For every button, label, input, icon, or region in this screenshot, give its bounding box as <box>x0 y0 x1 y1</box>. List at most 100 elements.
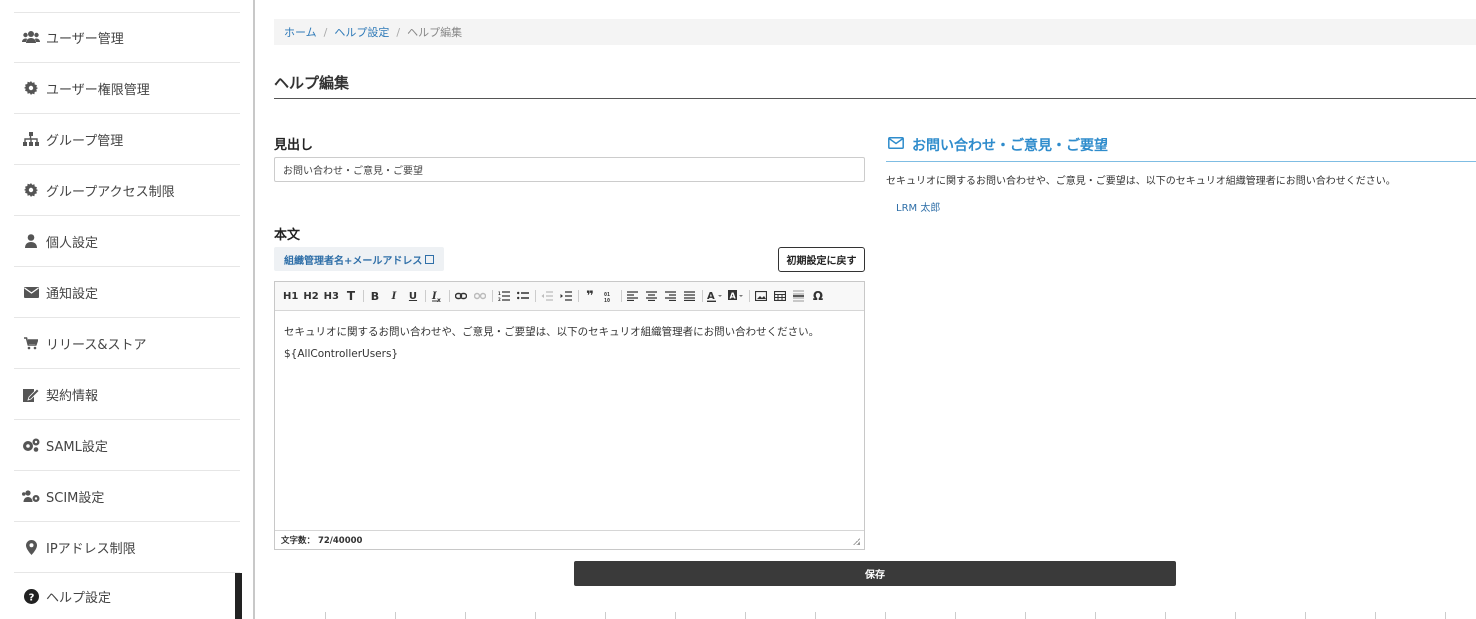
sidebar-item-label: ユーザー管理 <box>46 31 124 47</box>
toolbar-separator <box>362 290 364 302</box>
preview-admin-link[interactable]: LRM 太郎 <box>886 199 1476 214</box>
toolbar-separator <box>701 290 703 302</box>
align-left-icon[interactable] <box>626 288 640 304</box>
editor-toolbar: H1 H2 H3 T B I U Ix 12 ❞ 01 10 A A Ω <box>275 282 864 311</box>
sidebar-item-label: 個人設定 <box>46 235 99 251</box>
rich-text-editor: H1 H2 H3 T B I U Ix 12 ❞ 01 10 A A Ω セキュ… <box>274 281 865 550</box>
underline-button[interactable]: U <box>406 288 420 304</box>
svg-text:2: 2 <box>498 297 501 301</box>
heading-input[interactable] <box>274 157 865 182</box>
bottom-edge-ticks <box>256 612 1476 619</box>
sidebar: ユーザー管理 ユーザー権限管理 グループ管理 グループアクセス制限 個人設定 通… <box>0 0 255 619</box>
sidebar-item-label: IPアドレス制限 <box>46 541 136 557</box>
sidebar-item-group-access[interactable]: グループアクセス制限 <box>14 165 240 216</box>
blockquote-icon[interactable]: ❞ <box>583 288 597 304</box>
sidebar-item-label: グループアクセス制限 <box>46 184 175 200</box>
breadcrumb-separator: / <box>396 25 401 39</box>
unlink-icon[interactable] <box>473 288 487 304</box>
text-color-icon[interactable]: A <box>706 288 723 304</box>
resize-handle-icon[interactable] <box>853 538 860 545</box>
reset-default-button[interactable]: 初期設定に戻す <box>778 247 865 272</box>
bold-button[interactable]: B <box>368 288 382 304</box>
save-button[interactable]: 保存 <box>574 561 1176 586</box>
toolbar-separator <box>448 290 450 302</box>
sidebar-item-saml-settings[interactable]: SAML設定 <box>14 420 240 471</box>
toolbar-separator <box>491 290 493 302</box>
sidebar-item-label: リリース&ストア <box>46 337 147 353</box>
toolbar-separator <box>534 290 536 302</box>
main-content: ホーム / ヘルプ設定 / ヘルプ編集 ヘルプ編集 見出し 本文 組織管理者名+… <box>274 0 1476 619</box>
sidebar-item-scim-settings[interactable]: SCIM設定 <box>14 471 240 522</box>
outdent-icon[interactable] <box>540 288 554 304</box>
sidebar-item-ip-restriction[interactable]: IPアドレス制限 <box>14 522 240 573</box>
h3-button[interactable]: H3 <box>324 288 339 304</box>
editor-content[interactable]: セキュリオに関するお問い合わせや、ご意見・ご要望は、以下のセキュリオ組織管理者に… <box>275 311 864 375</box>
sidebar-item-group-management[interactable]: グループ管理 <box>14 114 240 165</box>
sidebar-item-release-store[interactable]: リリース&ストア <box>14 318 240 369</box>
sidebar-item-personal-settings[interactable]: 個人設定 <box>14 216 240 267</box>
title-divider <box>274 98 1476 99</box>
breadcrumb-home-link[interactable]: ホーム <box>284 24 317 40</box>
breadcrumb: ホーム / ヘルプ設定 / ヘルプ編集 <box>274 19 1476 45</box>
image-icon[interactable] <box>754 288 768 304</box>
editor-line: セキュリオに関するお問い合わせや、ご意見・ご要望は、以下のセキュリオ組織管理者に… <box>284 326 820 338</box>
gears-icon <box>21 437 41 453</box>
breadcrumb-separator: / <box>323 25 328 39</box>
sidebar-item-help-settings[interactable]: ? ヘルプ設定 <box>14 573 242 619</box>
align-justify-icon[interactable] <box>683 288 697 304</box>
user-icon <box>21 233 41 249</box>
breadcrumb-help-settings-link[interactable]: ヘルプ設定 <box>334 24 389 40</box>
sidebar-item-user-management[interactable]: ユーザー管理 <box>14 12 240 63</box>
h2-button[interactable]: H2 <box>303 288 318 304</box>
help-preview: お問い合わせ・ご意見・ご要望 セキュリオに関するお問い合わせや、ご意見・ご要望は… <box>886 134 1476 214</box>
toolbar-separator <box>577 290 579 302</box>
sidebar-item-label: SAML設定 <box>46 439 108 455</box>
question-circle-icon: ? <box>21 588 41 604</box>
copy-icon <box>425 254 435 264</box>
toolbar-separator <box>620 290 622 302</box>
cart-icon <box>21 335 41 351</box>
insert-admin-email-button[interactable]: 組織管理者名+メールアドレス <box>274 247 445 271</box>
gear-icon <box>21 80 41 96</box>
table-icon[interactable] <box>773 288 787 304</box>
special-char-icon[interactable]: Ω <box>811 288 825 304</box>
text-button[interactable]: T <box>344 288 358 304</box>
align-center-icon[interactable] <box>645 288 659 304</box>
sidebar-item-notification-settings[interactable]: 通知設定 <box>14 267 240 318</box>
indent-icon[interactable] <box>559 288 573 304</box>
sitemap-icon <box>21 131 41 147</box>
sidebar-item-contract-info[interactable]: 契約情報 <box>14 369 240 420</box>
bullet-list-icon[interactable] <box>516 288 530 304</box>
code-block-icon[interactable]: 01 10 <box>602 288 616 304</box>
insert-admin-email-label: 組織管理者名+メールアドレス <box>284 255 423 267</box>
sidebar-item-label: 契約情報 <box>46 388 99 404</box>
body-label: 本文 <box>274 228 301 243</box>
contract-edit-icon <box>21 386 41 402</box>
sidebar-item-label: SCIM設定 <box>46 490 105 506</box>
preview-title-text: お問い合わせ・ご意見・ご要望 <box>912 138 1108 154</box>
align-right-icon[interactable] <box>664 288 678 304</box>
char-count: 文字数： 72/40000 <box>275 530 864 549</box>
users-icon <box>21 29 41 45</box>
svg-text:A: A <box>729 292 736 301</box>
background-color-icon[interactable]: A <box>727 288 744 304</box>
editor-line: ${AllControllerUsers} <box>284 348 399 360</box>
page-title: ヘルプ編集 <box>274 74 350 92</box>
envelope-icon <box>888 137 904 153</box>
link-icon[interactable] <box>454 288 468 304</box>
horizontal-rule-icon[interactable] <box>792 288 806 304</box>
italic-button[interactable]: I <box>387 288 401 304</box>
map-marker-icon <box>21 539 41 555</box>
clear-format-icon[interactable]: Ix <box>430 288 444 304</box>
ordered-list-icon[interactable]: 12 <box>497 288 511 304</box>
toolbar-separator <box>748 290 750 302</box>
preview-title: お問い合わせ・ご意見・ご要望 <box>886 134 1476 156</box>
breadcrumb-current: ヘルプ編集 <box>407 26 463 39</box>
sidebar-item-user-permissions[interactable]: ユーザー権限管理 <box>14 63 240 114</box>
sidebar-item-label: 通知設定 <box>46 286 99 302</box>
h1-button[interactable]: H1 <box>283 288 298 304</box>
sidebar-item-label: ユーザー権限管理 <box>46 82 150 98</box>
sidebar-item-label: グループ管理 <box>46 133 124 149</box>
gear-icon <box>21 182 41 198</box>
sidebar-item-label: ヘルプ設定 <box>46 590 112 606</box>
